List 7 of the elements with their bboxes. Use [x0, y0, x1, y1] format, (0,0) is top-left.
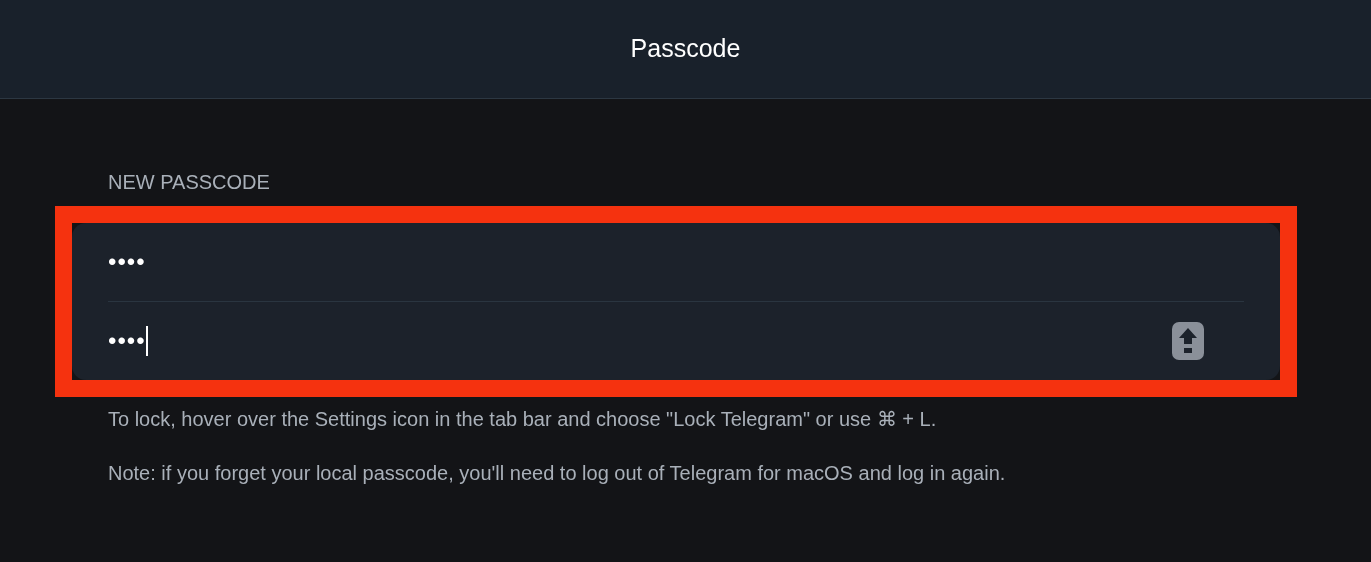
- note-text: To lock, hover over the Settings icon in the tab bar and choose "Lock Telegram" or use ⌘ + L.: [108, 407, 938, 431]
- password-field[interactable]: ••••: [108, 239, 1244, 285]
- text-cursor: [145, 326, 148, 356]
- window-title: Passcode: [630, 33, 741, 65]
- password-field[interactable]: ••••: [108, 318, 1244, 364]
- section-label: NEW PASSCODE: [108, 171, 270, 193]
- note-text: Note: if you forget your local passcode, you'll need to log out of Telegram for macOS and log in again.: [108, 461, 1007, 485]
